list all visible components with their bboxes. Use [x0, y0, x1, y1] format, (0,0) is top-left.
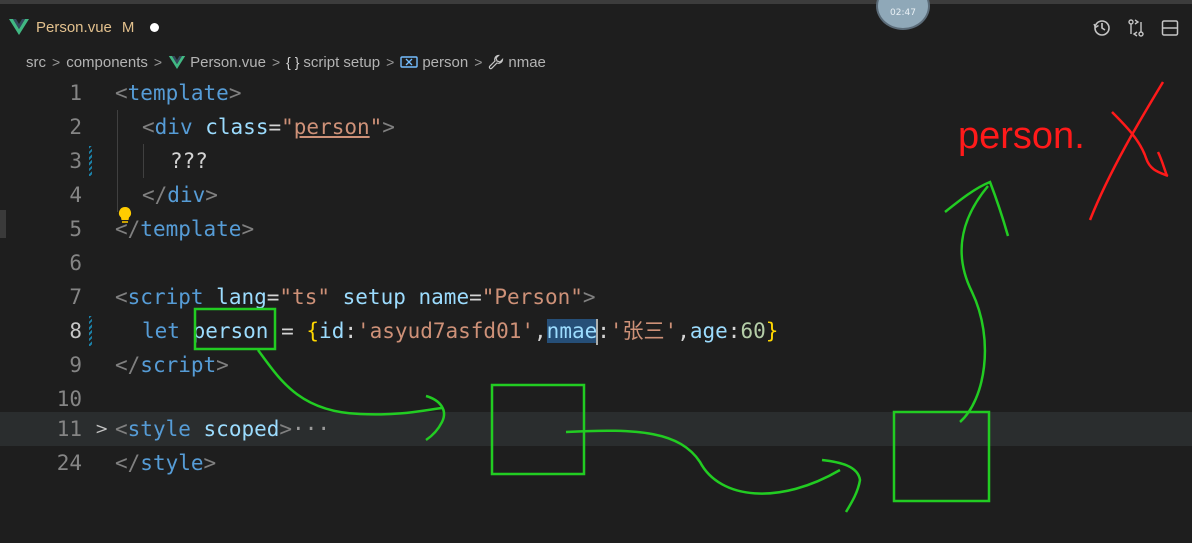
vue-file-icon [9, 19, 29, 35]
breadcrumb-item-person-vue[interactable]: Person.vue [190, 54, 266, 71]
breadcrumb-item-src[interactable]: src [26, 54, 46, 71]
code-line[interactable]: 7 <script lang="ts" setup name="Person"> [0, 280, 1192, 314]
line-number: 10 [56, 387, 82, 411]
breadcrumb-item-nmae[interactable]: nmae [508, 54, 546, 71]
line-number: 11 [56, 417, 82, 441]
tab-filename: Person.vue [36, 18, 112, 36]
code-line[interactable]: 24 </style> [0, 446, 1192, 480]
chevron-right-icon: > [474, 54, 483, 70]
vue-icon [168, 55, 186, 70]
chevron-right-icon: > [153, 54, 163, 70]
line-number: 1 [69, 81, 82, 105]
line-number: 3 [69, 149, 82, 173]
code-line[interactable]: 8 let person = {id:'asyud7asfd01',nmae:'… [0, 314, 1192, 348]
line-number: 5 [69, 217, 82, 241]
nmae-property-selected[interactable]: nmae [546, 319, 598, 343]
fold-chevron-icon[interactable]: > [95, 412, 108, 446]
split-editor-icon[interactable] [1160, 18, 1180, 38]
chevron-right-icon: > [386, 54, 395, 70]
unsaved-dot-icon[interactable] [150, 22, 160, 32]
breadcrumb-item-components[interactable]: components [66, 54, 148, 71]
editor-tab-person-vue[interactable]: Person.vue M [8, 12, 160, 42]
wrench-icon [488, 54, 504, 70]
line-number: 8 [69, 319, 82, 343]
person-variable[interactable]: person [193, 319, 269, 343]
line-number: 4 [69, 183, 82, 207]
breadcrumb: src > components > Person.vue > { } scri… [26, 51, 546, 73]
line-number: 9 [69, 353, 82, 377]
recording-time: 02:47 [890, 8, 916, 18]
chevron-right-icon: > [271, 54, 281, 70]
line-number: 7 [69, 285, 82, 309]
code-line[interactable]: 6 [0, 246, 1192, 280]
line-number: 6 [69, 251, 82, 275]
code-line[interactable]: 4 </div> [0, 178, 1192, 212]
lightbulb-icon[interactable] [117, 206, 133, 226]
tab-bar: Person.vue M 02:47 [0, 0, 1192, 47]
code-line[interactable]: 5 </template> [0, 212, 1192, 246]
line-number: 2 [69, 115, 82, 139]
modified-line-gutter[interactable] [89, 146, 92, 176]
modified-line-gutter[interactable] [89, 316, 92, 346]
code-line[interactable]: 1 <template> [0, 76, 1192, 110]
breadcrumb-item-script-setup[interactable]: script setup [303, 54, 380, 71]
line-number: 24 [56, 451, 82, 475]
history-icon[interactable] [1092, 18, 1112, 38]
code-line[interactable]: 9 </script> [0, 348, 1192, 382]
recording-avatar: 02:47 [876, 0, 930, 30]
chevron-right-icon: > [52, 54, 61, 70]
code-line-current[interactable]: 11 > <style scoped>··· [0, 412, 1192, 446]
compare-changes-icon[interactable] [1126, 18, 1146, 38]
code-line[interactable]: 10 [0, 382, 1192, 416]
annotation-text: person. [958, 115, 1085, 157]
breadcrumb-item-person[interactable]: person [422, 54, 468, 71]
tab-modified-status: M [121, 18, 135, 36]
braces-icon: { } [286, 54, 300, 70]
variable-icon [400, 55, 419, 69]
class-value-person-link[interactable]: person [294, 115, 370, 139]
folded-ellipsis[interactable]: ··· [292, 417, 330, 441]
